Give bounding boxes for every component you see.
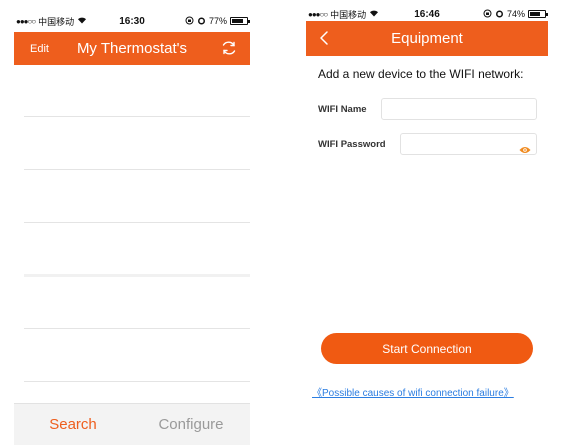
signal-icon: ●●●○○ [16, 16, 36, 26]
list-divider [24, 274, 250, 277]
list-divider [24, 328, 250, 329]
alarm-icon [495, 9, 504, 20]
list-divider [24, 116, 250, 117]
tab-search[interactable]: Search [14, 404, 132, 445]
start-connection-button[interactable]: Start Connection [321, 333, 533, 364]
page-title: My Thermostat's [76, 40, 188, 57]
equipment-screen: ●●●○○ 中国移动 16:46 74% Equipment Add a new… [306, 5, 548, 445]
status-time: 16:30 [119, 15, 145, 27]
chevron-left-icon[interactable] [318, 29, 330, 47]
status-right: 77% [185, 16, 250, 27]
battery-percent: 77% [208, 16, 227, 26]
alarm-icon [197, 16, 206, 27]
battery-icon [528, 10, 548, 18]
refresh-icon[interactable] [220, 39, 238, 57]
wifi-name-field[interactable] [381, 98, 537, 120]
carrier-label: 中国移动 [38, 16, 75, 27]
nav-bar: Equipment [306, 21, 548, 56]
status-right: 74% [483, 9, 548, 20]
status-left: ●●●○○ 中国移动 [308, 8, 379, 21]
eye-icon[interactable] [519, 141, 531, 153]
wifi-icon [369, 9, 379, 19]
battery-percent: 74% [506, 9, 525, 19]
wifi-password-field[interactable] [400, 133, 537, 155]
thermostat-list-screen: ●●●○○ 中国移动 16:30 77% Edit My Thermostat'… [14, 12, 250, 445]
tab-configure[interactable]: Configure [132, 404, 250, 445]
wifi-prompt: Add a new device to the WIFI network: [318, 67, 524, 81]
list-divider [24, 169, 250, 170]
orientation-lock-icon [185, 16, 194, 27]
battery-icon [230, 17, 250, 25]
signal-icon: ●●●○○ [308, 9, 328, 19]
edit-button[interactable]: Edit [30, 43, 49, 55]
wifi-icon [77, 16, 87, 26]
wifi-name-label: WIFI Name [318, 104, 367, 115]
status-left: ●●●○○ 中国移动 [16, 15, 87, 28]
orientation-lock-icon [483, 9, 492, 20]
nav-bar: Edit My Thermostat's [14, 32, 250, 65]
status-bar: ●●●○○ 中国移动 16:30 77% [14, 12, 250, 30]
list-divider [24, 222, 250, 223]
wifi-failure-help-link[interactable]: 《Possible causes of wifi connection fail… [312, 384, 514, 399]
list-divider [24, 381, 250, 382]
page-title: Equipment [391, 30, 463, 47]
status-time: 16:46 [414, 8, 440, 20]
wifi-password-label: WIFI Password [318, 139, 386, 150]
carrier-label: 中国移动 [330, 9, 367, 20]
tab-bar: Search Configure [14, 403, 250, 445]
